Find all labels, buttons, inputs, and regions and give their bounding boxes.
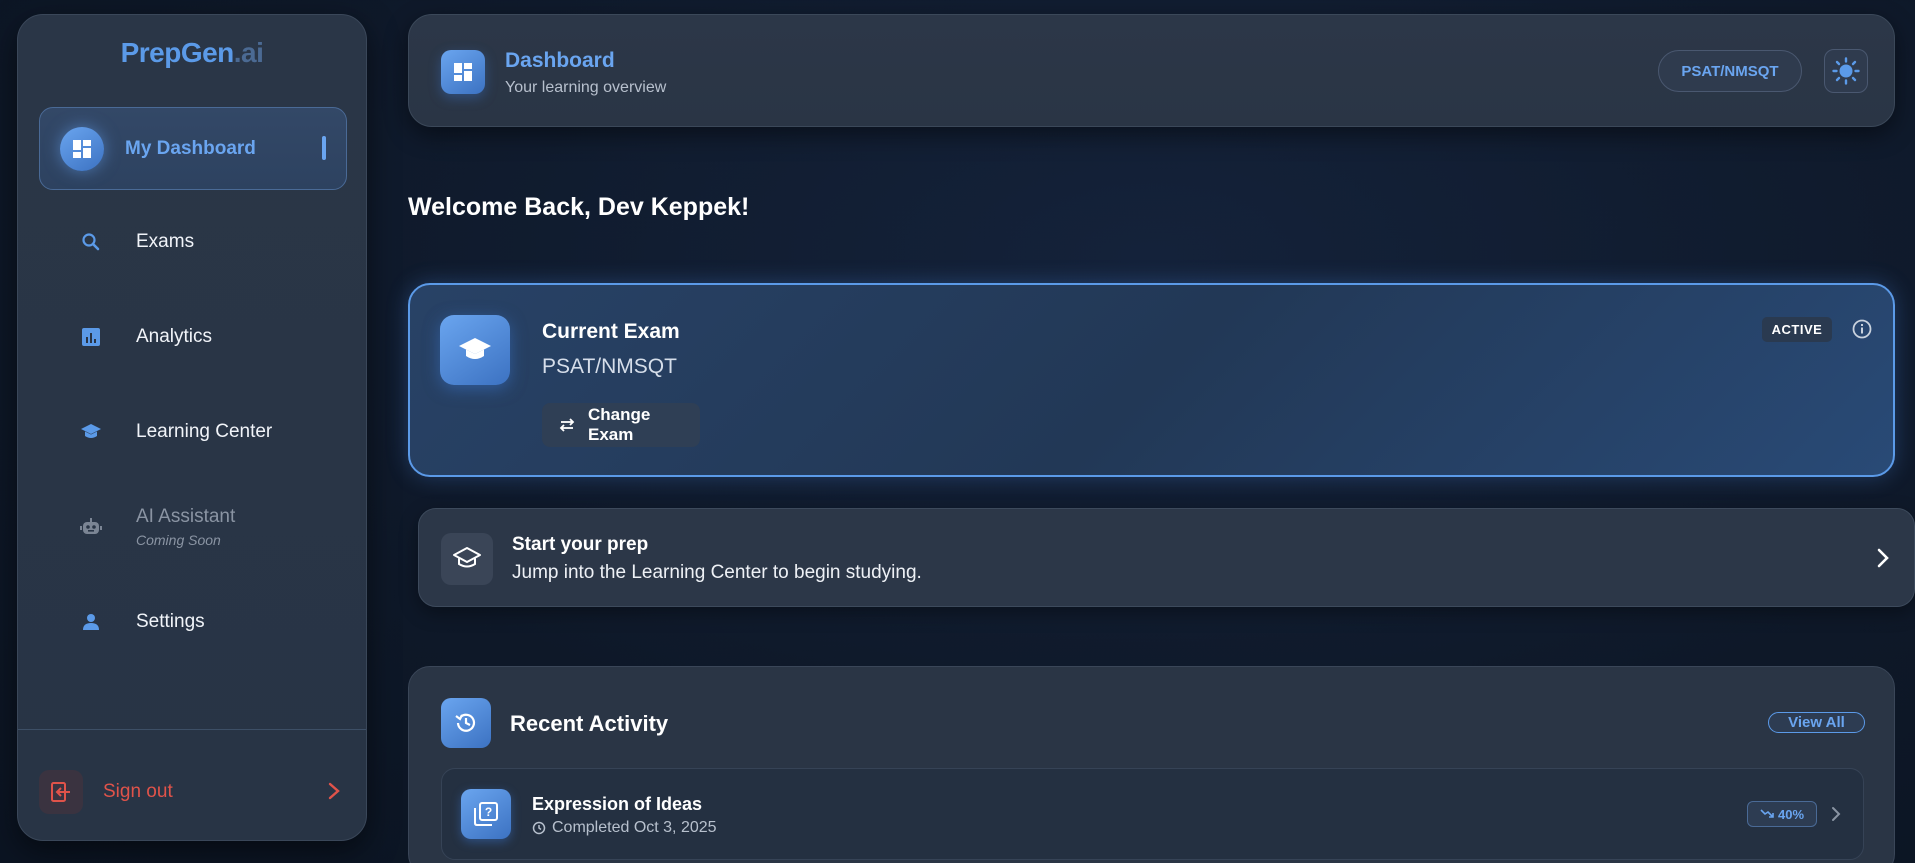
score-value: 40% — [1777, 806, 1805, 822]
logo[interactable]: PrepGen.ai — [18, 37, 366, 69]
exam-selector-pill[interactable]: PSAT/NMSQT — [1658, 50, 1802, 92]
trend-down-icon — [1760, 809, 1774, 818]
logo-brand: PrepGen — [120, 37, 235, 68]
status-badge: ACTIVE — [1762, 317, 1832, 342]
prep-subtitle: Jump into the Learning Center to begin s… — [512, 562, 922, 583]
chevron-right-icon — [327, 781, 341, 801]
change-exam-button[interactable]: Change Exam — [542, 403, 700, 447]
sidebar-divider — [18, 729, 366, 730]
sign-out-icon — [39, 770, 83, 814]
sidebar-item-label: My Dashboard — [125, 137, 256, 159]
chevron-right-icon — [1876, 547, 1890, 569]
activity-title: Expression of Ideas — [532, 794, 703, 814]
recent-activity-card: Recent Activity View All ? Expression of… — [408, 666, 1895, 863]
sun-icon — [1832, 57, 1860, 85]
logo-suffix: .ai — [233, 37, 264, 68]
sidebar-item-exams[interactable]: Exams — [39, 207, 347, 277]
chevron-right-icon — [1831, 806, 1841, 822]
robot-icon — [73, 509, 109, 545]
sidebar-item-learning-center[interactable]: Learning Center — [39, 397, 347, 467]
sign-out-button[interactable]: Sign out — [39, 765, 347, 819]
history-icon — [441, 698, 491, 748]
graduation-cap-outline-icon — [441, 533, 493, 585]
activity-meta: Completed Oct 3, 2025 — [532, 819, 717, 837]
activity-row[interactable]: ? Expression of Ideas Completed Oct 3, 2… — [441, 768, 1864, 860]
clock-icon — [532, 821, 546, 835]
person-icon — [73, 604, 109, 640]
sidebar-item-label: Learning Center — [136, 421, 273, 442]
page-title: Dashboard — [505, 49, 615, 72]
info-icon[interactable] — [1852, 319, 1872, 339]
sidebar-item-label: AI Assistant — [136, 506, 236, 527]
sidebar-item-ai-assistant: AI Assistant Coming Soon — [39, 492, 347, 562]
sidebar-item-my-dashboard[interactable]: My Dashboard — [39, 107, 347, 190]
current-exam-title: Current Exam — [542, 320, 680, 343]
score-badge: 40% — [1747, 801, 1817, 827]
activity-date: Completed Oct 3, 2025 — [552, 819, 717, 836]
current-exam-card: Current Exam PSAT/NMSQT Change Exam ACTI… — [408, 283, 1895, 477]
analytics-icon — [73, 319, 109, 355]
sign-out-label: Sign out — [103, 781, 173, 802]
recent-activity-title: Recent Activity — [510, 711, 669, 736]
graduation-cap-icon — [440, 315, 510, 385]
sidebar-item-label: Settings — [136, 611, 205, 632]
start-prep-card[interactable]: Start your prep Jump into the Learning C… — [418, 508, 1915, 607]
search-icon — [73, 224, 109, 260]
sidebar-item-label: Analytics — [136, 326, 213, 347]
header: Dashboard Your learning overview PSAT/NM… — [408, 14, 1895, 127]
sidebar-item-label: Exams — [136, 231, 195, 252]
graduation-cap-icon — [73, 414, 109, 450]
coming-soon-label: Coming Soon — [136, 532, 221, 548]
welcome-heading: Welcome Back, Dev Keppek! — [408, 193, 750, 221]
sidebar-item-label-group: AI Assistant Coming Soon — [136, 506, 235, 548]
prep-title: Start your prep — [512, 534, 649, 555]
current-exam-name: PSAT/NMSQT — [542, 355, 677, 378]
page-subtitle: Your learning overview — [505, 79, 667, 96]
swap-icon — [558, 417, 576, 433]
view-all-button[interactable]: View All — [1768, 712, 1865, 733]
sidebar: PrepGen.ai My Dashboard Exams Analytics … — [17, 14, 367, 841]
active-indicator — [322, 136, 326, 160]
quiz-icon: ? — [461, 789, 511, 839]
svg-text:?: ? — [485, 805, 492, 819]
dashboard-icon — [441, 50, 485, 94]
theme-toggle-button[interactable] — [1824, 49, 1868, 93]
change-exam-label: Change Exam — [588, 405, 651, 444]
sidebar-item-analytics[interactable]: Analytics — [39, 302, 347, 372]
sidebar-item-settings[interactable]: Settings — [39, 587, 347, 657]
dashboard-icon — [60, 126, 104, 171]
